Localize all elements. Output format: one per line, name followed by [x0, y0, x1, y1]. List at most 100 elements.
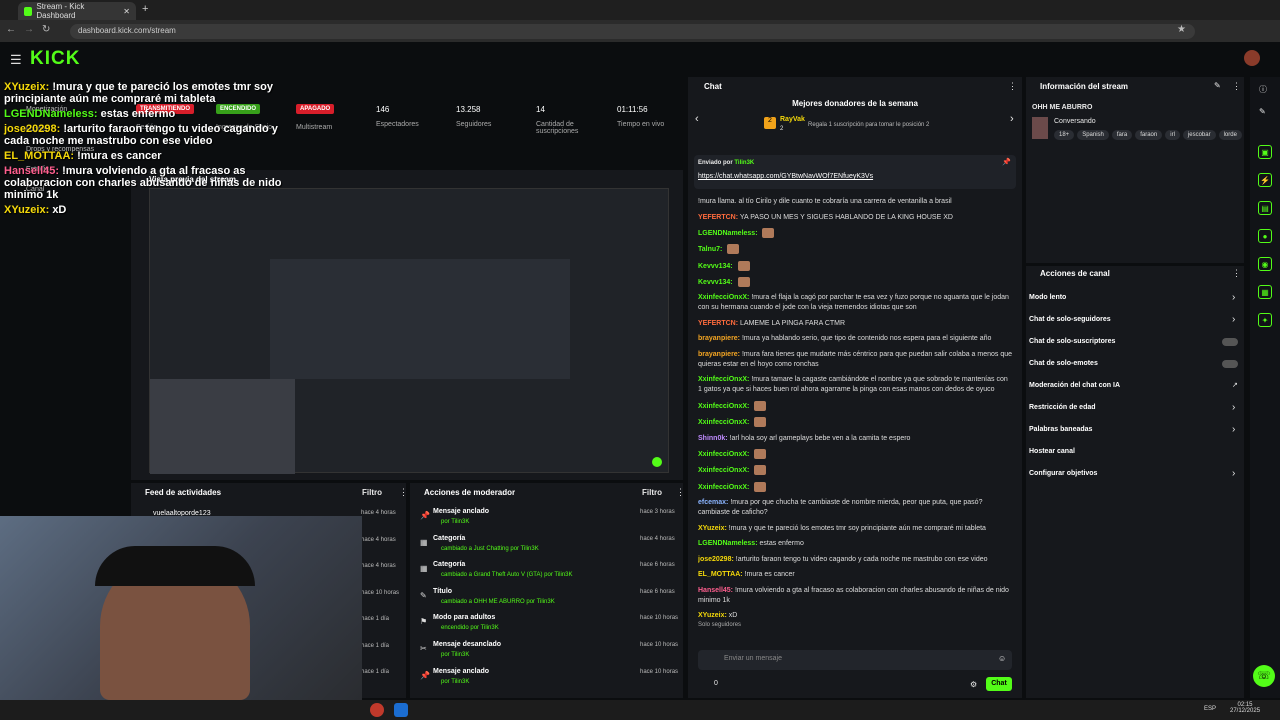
- channel-action-item[interactable]: Palabras baneadas ›: [1026, 422, 1244, 444]
- channel-action-item[interactable]: Restricción de edad ›: [1026, 400, 1244, 422]
- channel-action-item[interactable]: Configurar objetivos ›: [1026, 466, 1244, 488]
- wrench-icon[interactable]: ✦: [1258, 313, 1272, 327]
- more-options-icon[interactable]: ⋮: [399, 487, 408, 498]
- edit-icon[interactable]: ✎: [1259, 107, 1266, 116]
- external-link-icon[interactable]: ↗: [1232, 381, 1238, 389]
- chat-input[interactable]: Enviar un mensaje ☺: [698, 650, 1012, 670]
- lightning-icon[interactable]: ⚡: [1258, 173, 1272, 187]
- channel-action-item[interactable]: Chat de solo-emotes: [1026, 356, 1244, 378]
- chevron-right-icon[interactable]: ›: [1232, 468, 1235, 479]
- channel-action-item[interactable]: Chat de solo-suscriptores: [1026, 334, 1244, 356]
- tag-chip[interactable]: irl: [1165, 130, 1180, 140]
- chat-message[interactable]: XxinfecciOnxX: !mura tamare la cagaste c…: [698, 375, 1013, 395]
- chat-message[interactable]: LGENDNameless: estas enfermo: [698, 539, 1013, 549]
- tag-chip[interactable]: faraon: [1135, 130, 1163, 140]
- more-options-icon[interactable]: ⋮: [1008, 81, 1017, 92]
- chat-message[interactable]: brayanpiere: !mura ya hablando serio, qu…: [698, 334, 1013, 344]
- chat-message[interactable]: Hansell45: !mura volviendo a gta al frac…: [698, 586, 1013, 606]
- chat-message[interactable]: XYuzeix: xD: [698, 611, 1013, 617]
- chat-username[interactable]: LGENDNameless:: [698, 230, 758, 237]
- chat-message[interactable]: Kevvv134:: [698, 277, 1013, 288]
- modactions-filter-button[interactable]: Filtro: [642, 488, 662, 497]
- chevron-right-icon[interactable]: ›: [1232, 402, 1235, 413]
- taskbar-clock[interactable]: 02:15 27/12/2025: [1230, 702, 1260, 714]
- chat-username[interactable]: Shinn0k:: [698, 435, 728, 442]
- chat-message[interactable]: EL_MOTTAA: !mura es cancer: [698, 570, 1013, 580]
- avatar[interactable]: [1244, 50, 1260, 66]
- chat-message[interactable]: jose20298: !arturito faraon tengo tu vid…: [698, 555, 1013, 565]
- chat-message[interactable]: Shinn0k: !arl hola soy arl gameplays beb…: [698, 434, 1013, 444]
- donor-cta[interactable]: Regala 1 suscripción para tomar le posic…: [808, 122, 929, 128]
- bookmark-star-icon[interactable]: ★: [1177, 24, 1186, 35]
- chat-username[interactable]: XYuzeix:: [698, 525, 727, 532]
- tag-chip[interactable]: fara: [1111, 130, 1133, 140]
- chat-bubble-icon[interactable]: ●: [1258, 229, 1272, 243]
- support-icon[interactable]: ☏: [1253, 665, 1275, 687]
- activity-filter-button[interactable]: Filtro: [362, 488, 382, 497]
- obs-taskbar-icon[interactable]: [370, 703, 384, 717]
- chat-message[interactable]: !mura llama. al tío Cirilo y dile cuanto…: [698, 197, 1013, 207]
- chat-send-button[interactable]: Chat: [986, 677, 1012, 691]
- chevron-right-icon[interactable]: ›: [1232, 314, 1235, 325]
- edit-icon[interactable]: ✎: [1214, 81, 1221, 90]
- kick-logo[interactable]: KICK: [30, 48, 80, 70]
- chat-message[interactable]: XxinfecciOnxX:: [698, 481, 1013, 493]
- chat-username[interactable]: jose20298:: [698, 556, 734, 563]
- chevron-right-icon[interactable]: ›: [1232, 292, 1235, 303]
- chevron-right-icon[interactable]: ›: [1232, 424, 1235, 435]
- forward-icon[interactable]: →: [24, 24, 34, 35]
- chat-username[interactable]: Talnu7:: [698, 246, 722, 253]
- chat-username[interactable]: Hansell45:: [698, 587, 733, 594]
- tag-chip[interactable]: 18+: [1054, 130, 1075, 140]
- donor-name[interactable]: RayVak: [780, 116, 805, 123]
- chat-message[interactable]: XxinfecciOnxX:: [698, 449, 1013, 460]
- chat-username[interactable]: Kevvv134:: [698, 263, 733, 270]
- modaction-item[interactable]: ⚑ Modo para adultos encendido por Tilin3K h…: [410, 611, 683, 638]
- toggle-switch[interactable]: [1222, 360, 1238, 368]
- chat-message[interactable]: XYuzeix: !mura y que te pareció los emot…: [698, 524, 1013, 534]
- pinned-user[interactable]: Tilin3K: [734, 160, 754, 166]
- address-bar[interactable]: dashboard.kick.com/stream: [70, 24, 1195, 39]
- chat-username[interactable]: EL_MOTTAA:: [698, 571, 743, 578]
- channel-action-item[interactable]: Chat de solo-seguidores ›: [1026, 312, 1244, 334]
- broadcast-icon[interactable]: ◉: [1258, 257, 1272, 271]
- chat-username[interactable]: XxinfecciOnxX:: [698, 403, 749, 410]
- chat-message[interactable]: XxinfecciOnxX:: [698, 400, 1013, 412]
- chat-message[interactable]: LGENDNameless:: [698, 228, 1013, 239]
- modaction-item[interactable]: ▦ Categoría cambiado a Grand Theft Auto V …: [410, 558, 683, 585]
- chat-message[interactable]: Talnu7:: [698, 244, 1013, 255]
- chat-message[interactable]: efcemax: !mura por que chucha te cambias…: [698, 498, 1013, 518]
- tag-chip[interactable]: jescobar: [1182, 130, 1216, 140]
- chat-username[interactable]: XxinfecciOnxX:: [698, 451, 749, 458]
- chat-username[interactable]: brayanpiere:: [698, 351, 740, 358]
- channel-action-item[interactable]: Moderación del chat con IA ↗: [1026, 378, 1244, 400]
- new-tab-icon[interactable]: +: [142, 3, 148, 15]
- modaction-item[interactable]: ▦ Categoría cambiado a Just Chatting por T…: [410, 532, 683, 559]
- chat-message[interactable]: YEFERTCN: YA PASO UN MES Y SIGUES HABLAN…: [698, 213, 1013, 223]
- modaction-item[interactable]: ✎ Título cambiado a OHH ME ABURRO por Tili…: [410, 585, 683, 612]
- pin-icon[interactable]: 📌: [1002, 158, 1011, 166]
- pinned-link[interactable]: https://chat.whatsapp.com/GYBtwNavWOf7EN…: [698, 173, 873, 180]
- menu-icon[interactable]: ☰: [10, 52, 22, 68]
- chat-message[interactable]: YEFERTCN: LAMEME LA PINGA FARA CTMR: [698, 319, 1013, 329]
- tag-chip[interactable]: lorde: [1218, 130, 1242, 140]
- gear-icon[interactable]: ⚙: [970, 680, 977, 689]
- browser-tab[interactable]: Stream - Kick Dashboard ✕: [18, 2, 136, 20]
- steam-taskbar-icon[interactable]: [394, 703, 408, 717]
- dashboard-icon[interactable]: ▣: [1258, 145, 1272, 159]
- chat-username[interactable]: XxinfecciOnxX:: [698, 294, 749, 301]
- pinned-message[interactable]: Enviado por Tilin3K https://chat.whatsap…: [694, 155, 1016, 189]
- chat-username[interactable]: XYuzeix:: [698, 612, 727, 617]
- chat-username[interactable]: XxinfecciOnxX:: [698, 419, 749, 426]
- more-options-icon[interactable]: ⋮: [676, 487, 685, 498]
- more-options-icon[interactable]: ⋮: [1232, 268, 1241, 279]
- channel-action-item[interactable]: Modo lento ›: [1026, 290, 1244, 312]
- chat-message[interactable]: XxinfecciOnxX: !mura el flaja la cagó po…: [698, 293, 1013, 313]
- modaction-item[interactable]: 📌 Mensaje anclado por Tilin3K hace 3 horas: [410, 505, 683, 532]
- chat-username[interactable]: XxinfecciOnxX:: [698, 376, 749, 383]
- chevron-left-icon[interactable]: ‹: [695, 113, 699, 125]
- modaction-item[interactable]: 📌 Mensaje anclado por Tilin3K hace 10 horas: [410, 665, 683, 692]
- channel-action-item[interactable]: Hostear canal: [1026, 444, 1244, 466]
- info-icon[interactable]: ⓘ: [1259, 84, 1267, 95]
- chevron-right-icon[interactable]: ›: [1010, 113, 1014, 125]
